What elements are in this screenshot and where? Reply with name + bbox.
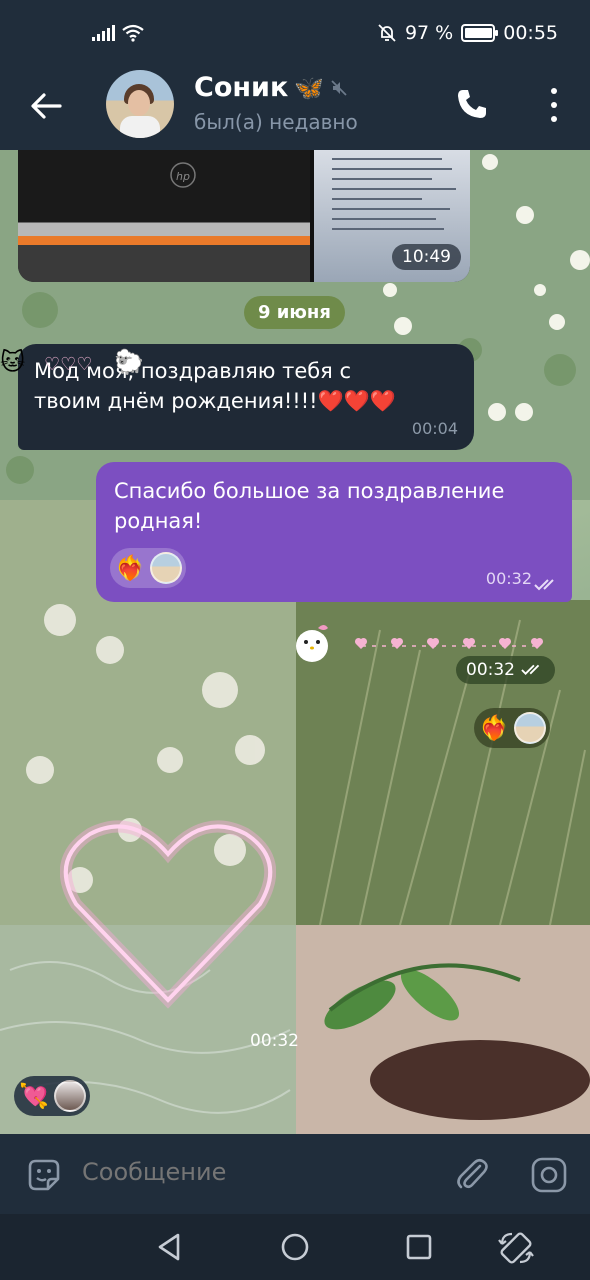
- chat-area[interactable]: hp 10:49 9 июня Мод моя, поздравляю тебя…: [0, 150, 590, 1134]
- sticker-timestamp-1: 00:32: [456, 656, 555, 684]
- reaction-emoji: ❤️‍🔥: [115, 554, 145, 582]
- sticker-time-text-1: 00:32: [466, 660, 515, 680]
- rotate-screen-icon[interactable]: [498, 1230, 534, 1266]
- clock: 00:55: [503, 22, 558, 44]
- back-arrow-icon[interactable]: [26, 86, 66, 126]
- reaction-emoji: ❤️‍🔥: [479, 714, 509, 742]
- photo-album-message[interactable]: hp 10:49: [18, 150, 470, 282]
- network-indicators: [92, 24, 145, 42]
- hp-logo-icon: hp: [170, 162, 196, 188]
- more-options-icon[interactable]: [548, 88, 560, 122]
- chat-header: Соник 🦋 был(а) недавно: [0, 64, 590, 150]
- message-input-bar: [0, 1134, 590, 1214]
- reaction-emoji: 💘: [19, 1082, 49, 1110]
- hello-kitty-emoji-icon: 🐱: [0, 348, 26, 376]
- wifi-icon: [122, 24, 144, 42]
- last-seen-status: был(а) недавно: [194, 110, 358, 134]
- reaction-chip[interactable]: ❤️‍🔥: [110, 548, 186, 588]
- signal-icon: [92, 25, 115, 41]
- svg-text:hp: hp: [176, 170, 190, 183]
- photo-timestamp: 10:49: [392, 244, 461, 270]
- reactor-avatar: [150, 552, 182, 584]
- contact-name-text: Соник: [194, 72, 289, 103]
- neon-heart-sticker[interactable]: [60, 810, 276, 1010]
- butterfly-emoji: 🦋: [294, 73, 325, 102]
- avatar[interactable]: [106, 70, 174, 138]
- outgoing-message-line1: Спасибо большое за поздравление: [114, 479, 505, 503]
- outgoing-message-line2: родная!: [114, 509, 203, 533]
- status-bar: 97 % 00:55: [0, 0, 590, 64]
- sticker-emoji-icon[interactable]: [24, 1155, 64, 1195]
- nav-recents-icon[interactable]: [402, 1230, 436, 1264]
- double-check-icon: [521, 664, 540, 675]
- paperclip-icon[interactable]: [452, 1154, 492, 1194]
- sticker-timestamp-2: 00:32: [250, 1031, 299, 1051]
- double-check-icon: [534, 579, 554, 591]
- sticker-reaction-chip-2[interactable]: 💘: [14, 1076, 90, 1116]
- muted-speaker-icon: [331, 79, 347, 96]
- sticker-reaction-chip-1[interactable]: ❤️‍🔥: [474, 708, 550, 748]
- status-right: 97 % 00:55: [377, 22, 558, 44]
- reactor-avatar: [54, 1080, 86, 1112]
- nav-home-icon[interactable]: [278, 1230, 312, 1264]
- nav-back-icon[interactable]: [152, 1230, 186, 1264]
- reactor-avatar: [514, 712, 546, 744]
- bell-muted-icon: [378, 24, 396, 42]
- battery-icon: [461, 24, 499, 42]
- incoming-message-line1: Мод моя, поздравляю тебя с: [34, 359, 352, 383]
- system-navigation-bar: [0, 1214, 590, 1280]
- sheep-emoji-icon: 🐑: [114, 348, 144, 376]
- battery-percent: 97 %: [404, 22, 454, 44]
- hearts-emoji-icon: ♡♡♡: [44, 354, 93, 375]
- incoming-message-time: 00:04: [411, 419, 458, 438]
- camera-icon[interactable]: [530, 1156, 568, 1194]
- date-divider: 9 июня: [244, 296, 345, 329]
- photo-laptop[interactable]: hp: [18, 150, 310, 282]
- message-input[interactable]: [82, 1158, 422, 1186]
- outgoing-message[interactable]: Спасибо большое за поздравление родная! …: [96, 462, 572, 602]
- phone-icon[interactable]: [454, 86, 490, 122]
- outgoing-message-time: 00:32: [485, 569, 532, 588]
- contact-name[interactable]: Соник 🦋: [194, 72, 348, 103]
- incoming-message-line2: твоим днём рождения!!!!❤️❤️❤️: [34, 389, 396, 413]
